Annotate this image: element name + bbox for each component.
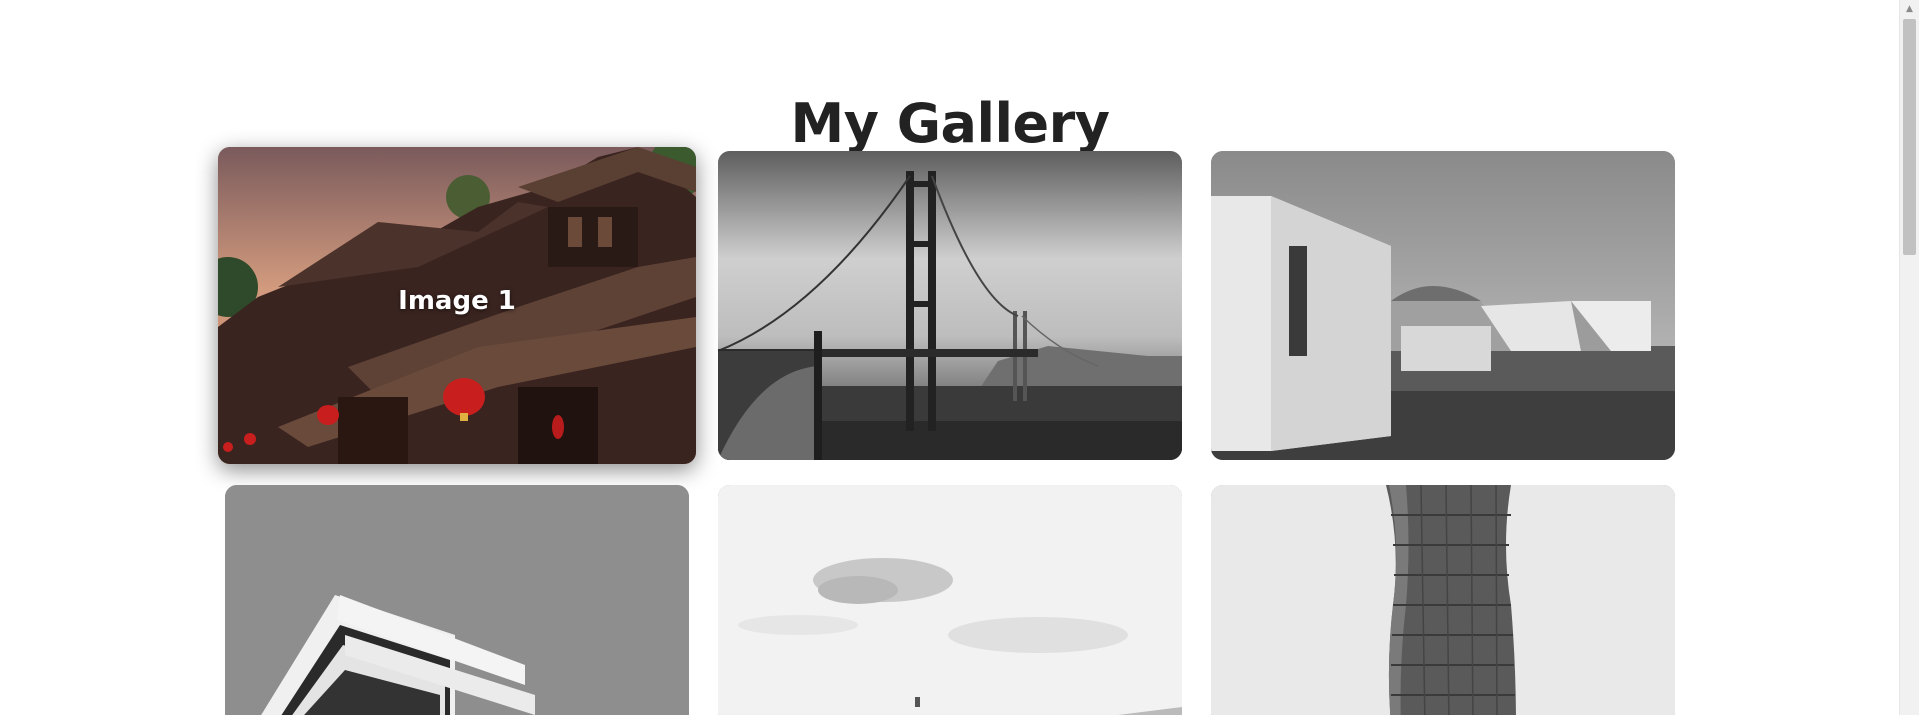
bridge-photo bbox=[718, 151, 1182, 460]
gallery-card-3[interactable] bbox=[1211, 151, 1675, 460]
gallery-card-4[interactable] bbox=[225, 485, 689, 715]
museum-photo bbox=[1211, 151, 1675, 460]
gallery-card-5[interactable] bbox=[718, 485, 1182, 715]
gallery-page: My Gallery Image 1 ▲ bbox=[0, 0, 1919, 715]
gallery-card-2[interactable] bbox=[718, 151, 1182, 460]
vertical-scrollbar[interactable]: ▲ bbox=[1899, 0, 1919, 715]
scroll-up-arrow-icon[interactable]: ▲ bbox=[1900, 0, 1919, 18]
gallery-card-1[interactable]: Image 1 bbox=[218, 147, 696, 464]
card-caption: Image 1 bbox=[398, 286, 516, 317]
gallery-card-6[interactable] bbox=[1211, 485, 1675, 715]
building-photo bbox=[225, 485, 689, 715]
scrollbar-thumb[interactable] bbox=[1903, 19, 1916, 255]
sky-photo bbox=[718, 485, 1182, 715]
tower-photo bbox=[1211, 485, 1675, 715]
